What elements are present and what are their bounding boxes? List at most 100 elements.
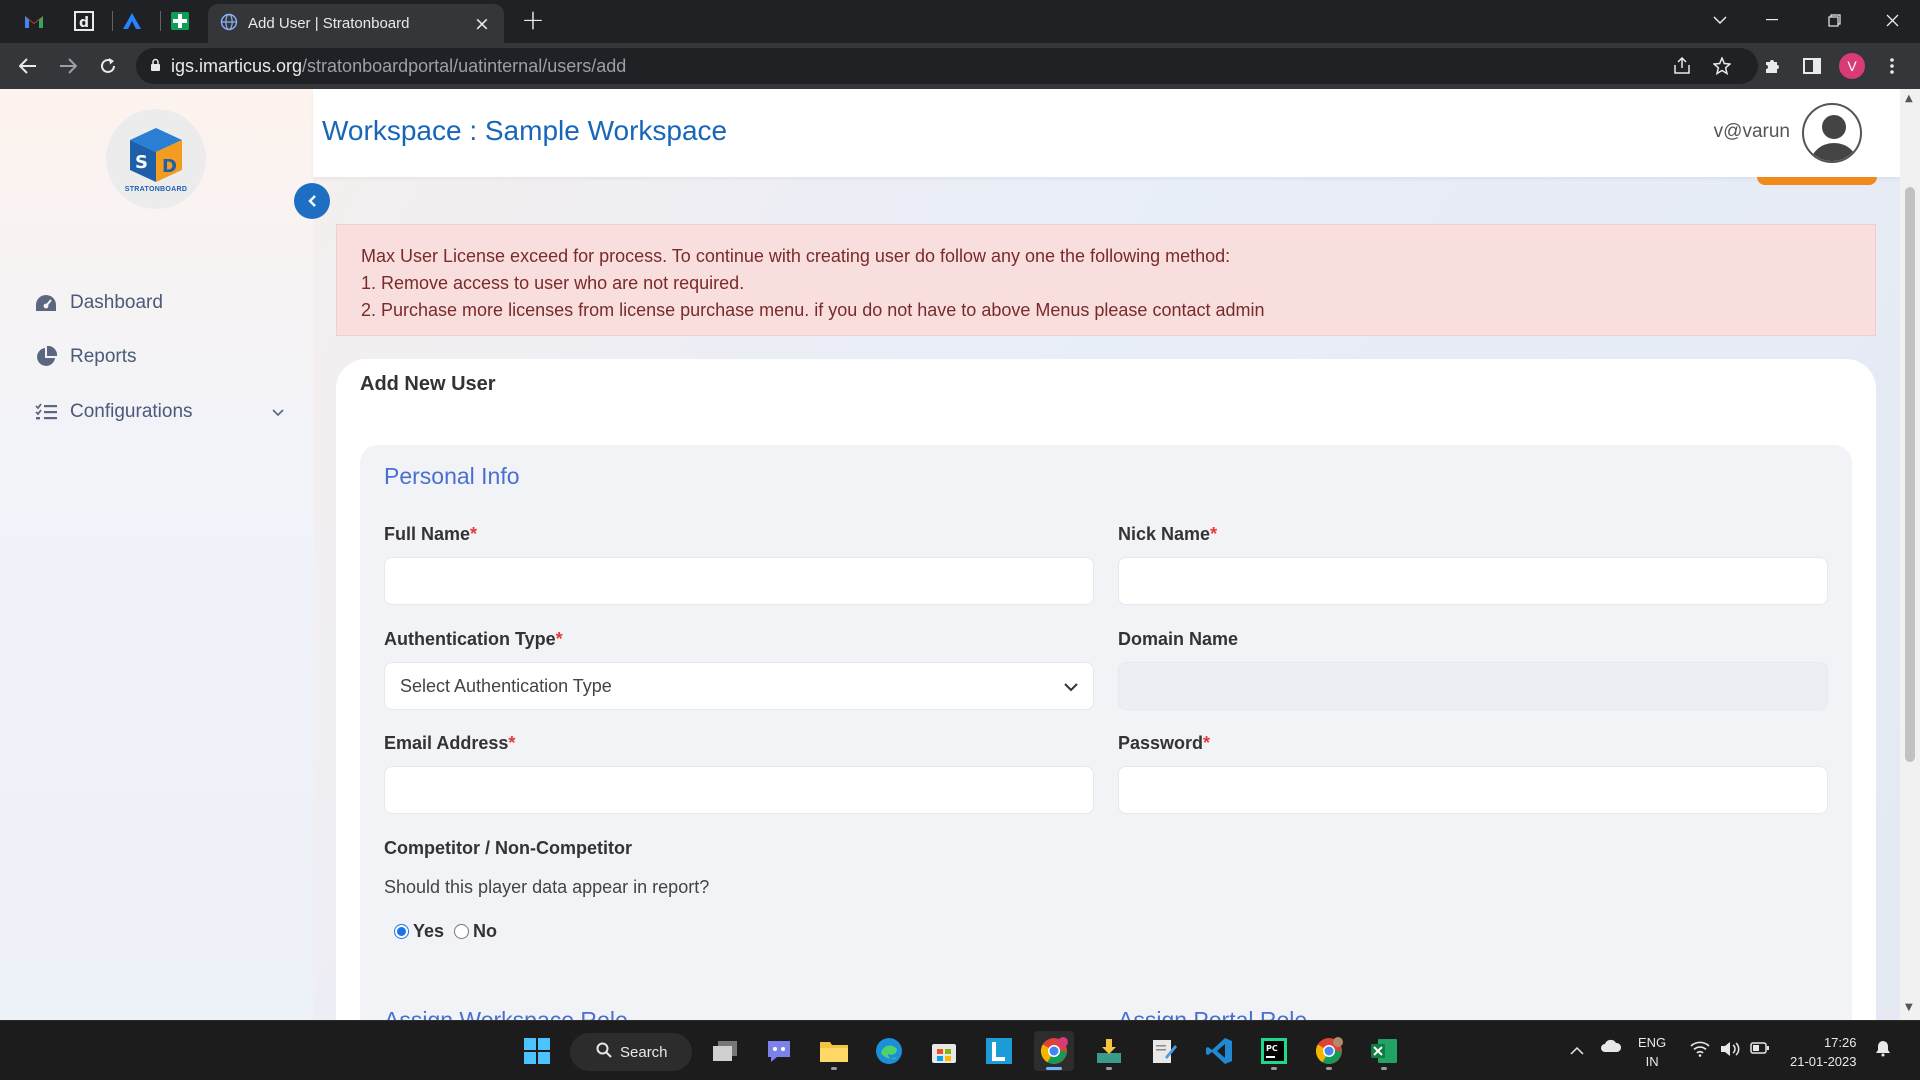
add-user-card: Add New User Personal Info Full Name* Ni… [336, 359, 1876, 1020]
microsoft-store-icon[interactable] [924, 1031, 964, 1071]
vscode-icon[interactable] [1199, 1031, 1239, 1071]
page-scrollbar[interactable]: ▲ ▼ [1900, 89, 1920, 1020]
notepad-icon[interactable] [1144, 1031, 1184, 1071]
radio-no-label[interactable]: No [473, 921, 497, 942]
edge-icon[interactable] [869, 1031, 909, 1071]
language-indicator[interactable]: ENG IN [1638, 1033, 1666, 1071]
page-header: Workspace : Sample Workspace v@varun [313, 89, 1900, 177]
chrome-icon[interactable] [1034, 1031, 1074, 1071]
chevron-left-icon [307, 192, 317, 211]
pie-chart-icon [34, 345, 58, 369]
user-name[interactable]: v@varun [1714, 121, 1790, 143]
address-bar[interactable]: igs.imarticus.org/stratonboardportal/uat… [136, 48, 1758, 84]
sheets-icon[interactable] [162, 6, 198, 36]
sidebar-item-label: Configurations [70, 401, 193, 422]
excel-icon[interactable] [1364, 1031, 1404, 1071]
tray-overflow-chevron-icon[interactable] [1570, 1041, 1584, 1060]
pycharm-icon[interactable]: PC [1254, 1031, 1294, 1071]
sidebar-item-configurations[interactable]: Configurations [34, 397, 284, 427]
onedrive-cloud-icon[interactable] [1600, 1039, 1622, 1058]
reload-icon[interactable] [92, 50, 124, 82]
installer-icon[interactable] [1089, 1031, 1129, 1071]
profile-avatar[interactable]: V [1836, 50, 1868, 82]
new-tab-button[interactable]: + [518, 6, 548, 36]
tab-title: Add User | Stratonboard [248, 15, 410, 32]
svg-text:PC: PC [1266, 1044, 1278, 1053]
back-arrow-icon[interactable] [12, 50, 44, 82]
url-text: igs.imarticus.org/stratonboardportal/uat… [171, 55, 627, 76]
extensions-puzzle-icon[interactable] [1756, 50, 1788, 82]
full-name-input[interactable] [384, 557, 1094, 605]
share-icon[interactable] [1666, 50, 1698, 82]
password-label: Password* [1118, 733, 1211, 753]
user-avatar-icon [1810, 115, 1858, 161]
tab-separator [160, 11, 161, 31]
wifi-icon[interactable] [1690, 1041, 1710, 1062]
l-app-icon[interactable] [979, 1031, 1019, 1071]
scroll-thumb[interactable] [1905, 187, 1915, 762]
auth-type-selected-value: Select Authentication Type [400, 675, 612, 696]
assign-workspace-role-title: Assign Workspace Role [384, 1007, 628, 1020]
close-icon[interactable]: × [472, 13, 492, 35]
tab-search-chevron-icon[interactable] [1692, 0, 1748, 40]
battery-icon[interactable] [1750, 1041, 1770, 1060]
nick-name-label: Nick Name* [1118, 524, 1218, 544]
globe-icon [220, 13, 238, 35]
scroll-down-arrow-icon[interactable]: ▼ [1905, 1002, 1913, 1013]
logo-text: STRATONBOARD [124, 185, 188, 193]
lock-icon [150, 57, 161, 76]
clock-date: 21-01-2023 [1790, 1054, 1857, 1069]
side-panel-icon[interactable] [1796, 50, 1828, 82]
radio-yes-label[interactable]: Yes [413, 921, 444, 942]
sidebar-item-label: Reports [70, 346, 137, 367]
gmail-icon[interactable] [16, 6, 52, 36]
radio-no[interactable] [454, 924, 470, 939]
clock-time: 17:26 [1823, 1035, 1857, 1050]
search-label: Search [620, 1043, 668, 1061]
stratonboard-logo[interactable]: S D STRATONBOARD [106, 109, 206, 209]
minimize-button[interactable] [1744, 0, 1800, 40]
bookmark-star-icon[interactable] [1706, 50, 1738, 82]
volume-icon[interactable] [1720, 1041, 1740, 1062]
taskbar-search[interactable]: Search [570, 1033, 692, 1071]
running-indicator [1106, 1067, 1112, 1070]
dash-icon[interactable]: d [66, 6, 102, 36]
search-icon [596, 1042, 612, 1062]
atlassian-icon[interactable] [114, 6, 150, 36]
forward-arrow-icon[interactable] [52, 50, 84, 82]
scroll-up-arrow-icon[interactable]: ▲ [1905, 93, 1913, 104]
chevron-down-icon [1064, 676, 1078, 697]
tab-add-user[interactable]: Add User | Stratonboard × [208, 4, 504, 43]
nick-name-input[interactable] [1118, 557, 1828, 605]
clock[interactable]: 17:26 21-01-2023 [1790, 1033, 1857, 1071]
sidebar-item-reports[interactable]: Reports [34, 342, 137, 372]
browser-toolbar: igs.imarticus.org/stratonboardportal/uat… [0, 43, 1920, 89]
sidebar-collapse-button[interactable] [294, 183, 330, 219]
sidebar-item-dashboard[interactable]: Dashboard [34, 288, 163, 318]
windows-start-icon[interactable] [517, 1031, 557, 1071]
avatar[interactable] [1802, 103, 1862, 163]
radio-yes[interactable] [394, 924, 409, 939]
file-explorer-icon[interactable] [814, 1031, 854, 1071]
close-window-button[interactable] [1864, 0, 1920, 40]
dashboard-icon [34, 291, 58, 315]
page-viewport: S D STRATONBOARD Dashboard Reports Confi… [0, 89, 1920, 1020]
task-view-icon[interactable] [705, 1031, 745, 1071]
logo-cube-icon: S D [130, 127, 182, 182]
domain-name-input[interactable] [1118, 662, 1828, 710]
domain-name-label: Domain Name [1118, 629, 1239, 649]
language-region: IN [1645, 1054, 1659, 1069]
chrome-profile-icon[interactable] [1309, 1031, 1349, 1071]
browser-tab-bar: d Add User | Stratonboard × + [0, 0, 1920, 43]
notification-bell-icon[interactable] [1874, 1039, 1892, 1062]
section-title: Personal Info [384, 463, 520, 489]
restore-button[interactable] [1806, 0, 1862, 40]
header-action-button[interactable] [1757, 177, 1877, 185]
teams-chat-icon[interactable] [759, 1031, 799, 1071]
password-field[interactable] [1118, 766, 1828, 814]
alert-line: Max User License exceed for process. To … [361, 246, 1231, 266]
kebab-menu-icon[interactable] [1876, 50, 1908, 82]
auth-type-select[interactable]: Select Authentication Type [384, 662, 1094, 710]
email-field[interactable] [384, 766, 1094, 814]
assign-portal-role-title: Assign Portal Role [1118, 1007, 1308, 1020]
